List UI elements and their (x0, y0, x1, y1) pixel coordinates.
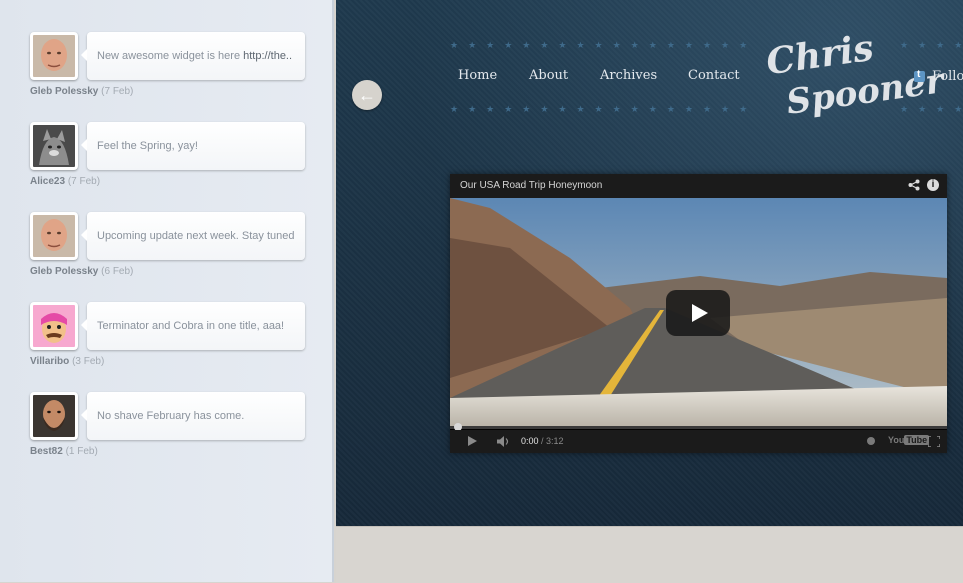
message-meta: Best82 (1 Feb) (30, 446, 98, 457)
nav-contact[interactable]: Contact (688, 68, 740, 83)
author-name[interactable]: Gleb Polessky (30, 266, 98, 277)
message-bubble[interactable]: No shave February has come. (81, 392, 305, 440)
activity-feed: New awesome widget is here http://the.. … (0, 0, 334, 582)
avatar-bald-man-icon (33, 215, 75, 257)
feed-item: No shave February has come. Best82 (1 Fe… (30, 392, 306, 472)
avatar-pink-cartoon-icon (33, 305, 75, 347)
avatar[interactable] (30, 32, 78, 80)
play-video-button[interactable] (666, 290, 730, 336)
message-date: (7 Feb) (101, 86, 134, 97)
message-meta: Villaribo (3 Feb) (30, 356, 104, 367)
video-controls: 0:00 / 3:12 You Tube (450, 430, 947, 453)
watch-later-icon[interactable] (867, 437, 875, 445)
message-text: Upcoming update next week. Stay tuned! (97, 230, 295, 242)
feed-item: Feel the Spring, yay! Alice23 (7 Feb) (30, 122, 306, 202)
video-progress-bar[interactable] (450, 426, 947, 429)
message-text: Feel the Spring, yay! (97, 140, 198, 152)
twitter-label: Follo (932, 69, 963, 84)
avatar[interactable] (30, 212, 78, 260)
message-text: New awesome widget is here http://the.. (97, 50, 293, 62)
site-footer (336, 526, 963, 583)
nav-archives[interactable]: Archives (600, 68, 657, 83)
message-bubble[interactable]: Terminator and Cobra in one title, aaa! (81, 302, 305, 350)
volume-icon[interactable] (497, 436, 511, 447)
message-text: Terminator and Cobra in one title, aaa! (97, 320, 285, 332)
play-icon[interactable] (468, 436, 477, 446)
message-meta: Alice23 (7 Feb) (30, 176, 100, 187)
message-meta: Gleb Polessky (7 Feb) (30, 86, 133, 97)
back-arrow-icon[interactable]: ← (352, 80, 382, 110)
author-name[interactable]: Best82 (30, 446, 63, 457)
current-time: 0:00 (521, 436, 539, 446)
author-name[interactable]: Gleb Polessky (30, 86, 98, 97)
author-name[interactable]: Alice23 (30, 176, 65, 187)
message-bubble[interactable]: Upcoming update next week. Stay tuned! (81, 212, 305, 260)
avatar[interactable] (30, 122, 78, 170)
message-date: (3 Feb) (72, 356, 105, 367)
author-name[interactable]: Villaribo (30, 356, 69, 367)
message-bubble[interactable]: New awesome widget is here http://the.. (81, 32, 305, 80)
avatar-bald-man-icon (33, 35, 75, 77)
twitter-follow-link[interactable]: Follo (914, 69, 963, 84)
video-title[interactable]: Our USA Road Trip Honeymoon (460, 180, 602, 191)
message-date: (7 Feb) (67, 176, 101, 187)
video-title-bar: Our USA Road Trip Honeymoon i (450, 174, 947, 198)
youtube-tube: Tube (904, 435, 930, 445)
youtube-logo-icon[interactable]: You Tube (888, 435, 930, 445)
nav-home[interactable]: Home (458, 68, 497, 83)
feed-item: Terminator and Cobra in one title, aaa! … (30, 302, 306, 382)
share-icon[interactable] (908, 179, 920, 191)
decorative-stars-icon: ★★★★★★★★★★★★★★★★★★★★★★★★★★★★★★★★★★★★ (450, 40, 755, 50)
avatar-bearded-man-icon (33, 395, 75, 437)
message-meta: Gleb Polessky (6 Feb) (30, 266, 133, 277)
twitter-icon (914, 69, 925, 82)
video-player[interactable]: Our USA Road Trip Honeymoon i 0:00 / 3:1… (450, 174, 947, 453)
message-bubble[interactable]: Feel the Spring, yay! (81, 122, 305, 170)
site-logo[interactable]: Chris Spooner (764, 27, 946, 129)
avatar-cat-icon (33, 125, 75, 167)
decorative-stars-icon: ★★★★★★★★★★★★★★★★★★★★★★★★★★★★★★★★★★★★ (450, 104, 755, 114)
decorative-stars-icon: ★★★★★★★★★★★★★★★★★★★★★★★★★★★★★★★★★★★★ (900, 40, 963, 50)
nav-about[interactable]: About (529, 68, 568, 83)
video-time: 0:00 / 3:12 (521, 436, 564, 446)
message-date: (1 Feb) (65, 446, 98, 457)
youtube-you: You (888, 435, 905, 445)
avatar[interactable] (30, 392, 78, 440)
message-date: (6 Feb) (101, 266, 134, 277)
feed-item: Upcoming update next week. Stay tuned! G… (30, 212, 306, 292)
feed-item: New awesome widget is here http://the.. … (30, 32, 306, 112)
message-link[interactable]: http://the.. (243, 50, 292, 62)
video-duration: / 3:12 (538, 436, 564, 446)
avatar[interactable] (30, 302, 78, 350)
info-icon[interactable]: i (927, 179, 939, 191)
fullscreen-icon[interactable] (928, 436, 940, 447)
message-text: No shave February has come. (97, 410, 245, 422)
